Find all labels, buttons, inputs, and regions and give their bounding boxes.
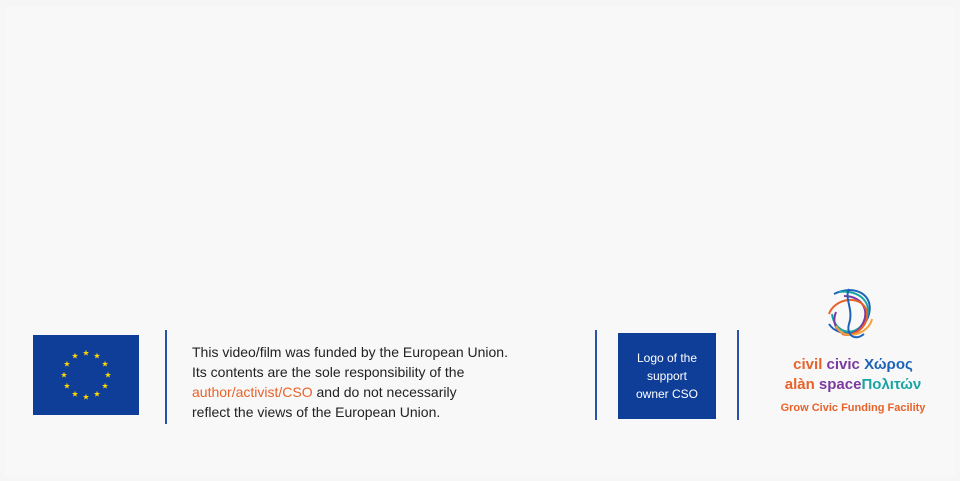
word-space: space	[818, 376, 862, 393]
logo-placeholder-line-3: owner CSO	[635, 387, 699, 401]
civic-space-logo: civil civic Χώρος alàn spaceΠολιτών Grow…	[758, 284, 948, 426]
word-choros: Χώρος	[864, 356, 913, 373]
civic-logo-tagline: Grow Civic Funding Facility	[780, 402, 926, 414]
eu-star	[104, 371, 112, 378]
divider-right	[737, 330, 739, 420]
eu-star	[60, 371, 68, 378]
logo-placeholder-line-1: Logo of the	[636, 351, 698, 365]
eu-star	[82, 393, 90, 400]
divider-middle	[595, 330, 597, 420]
eu-star	[63, 360, 70, 367]
word-politon: Πολιτών	[861, 376, 922, 393]
eu-star	[63, 382, 70, 389]
civic-logo-line-1: civil civic Χώρος	[758, 356, 948, 373]
eu-star	[71, 390, 79, 397]
eu-star	[82, 349, 90, 356]
word-civil: civil	[793, 356, 823, 373]
eu-star	[93, 352, 101, 359]
eu-star	[102, 382, 109, 389]
disclaimer-line-3: author/activist/CSO and do not necessari…	[192, 382, 587, 402]
funding-disclaimer: This video/film was funded by the Europe…	[192, 342, 587, 422]
word-civic: civic	[826, 356, 860, 373]
eu-flag-icon	[33, 335, 139, 415]
logo-placeholder-line-2: support	[646, 369, 688, 383]
disclaimer-line-2: Its contents are the sole responsibility…	[192, 364, 465, 380]
divider-left	[165, 330, 167, 424]
eu-star	[93, 390, 101, 397]
disclaimer-line-4: reflect the views of the European Union.	[192, 404, 441, 420]
eu-star	[102, 360, 109, 367]
word-alan: alàn	[784, 376, 815, 393]
civic-logo-line-2: alàn spaceΠολιτών	[758, 376, 948, 393]
disclaimer-line-1: This video/film was funded by the Europe…	[192, 344, 508, 360]
civic-space-mark-icon	[828, 288, 873, 339]
cso-logo-placeholder: Logo of the support owner CSO	[618, 333, 716, 419]
disclaimer-line-3-rest: and do not necessarily	[312, 384, 457, 400]
eu-star	[71, 352, 79, 359]
author-placeholder: author/activist/CSO	[192, 384, 313, 400]
